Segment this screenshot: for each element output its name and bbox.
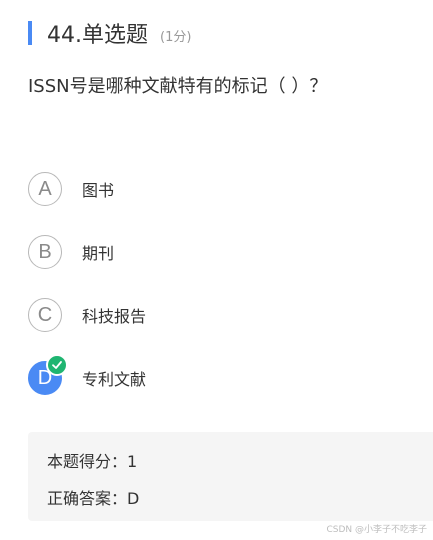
option-letter-circle-selected[interactable]: D [28,354,68,395]
option-letter-circle[interactable]: C [28,298,62,332]
accent-bar [28,21,32,45]
question-score: (1分) [160,29,192,45]
question-title: 44.单选题 [47,23,148,48]
option-letter-circle[interactable]: B [28,235,62,269]
question-score-result: 本题得分：1 [47,452,138,471]
option-b[interactable]: B 期刊 [28,233,328,271]
option-label: 图书 [82,181,115,200]
option-a[interactable]: A 图书 [28,170,328,208]
option-c[interactable]: C 科技报告 [28,296,328,334]
question-stem: ISSN号是哪种文献特有的标记（ ）？ [28,76,328,97]
option-letter-circle[interactable]: A [28,172,62,206]
option-d[interactable]: D 专利文献 [28,354,328,397]
watermark: CSDN @小李子不吃李子 [326,525,427,535]
check-icon-glyph [52,361,62,369]
question-header: 44.单选题 (1分) [28,18,191,48]
check-icon [46,354,68,376]
answer-panel: 本题得分：1 正确答案：D [28,432,433,521]
option-label: 科技报告 [82,307,147,326]
option-label: 专利文献 [82,370,147,389]
option-label: 期刊 [82,244,115,263]
correct-answer: 正确答案：D [47,489,140,508]
